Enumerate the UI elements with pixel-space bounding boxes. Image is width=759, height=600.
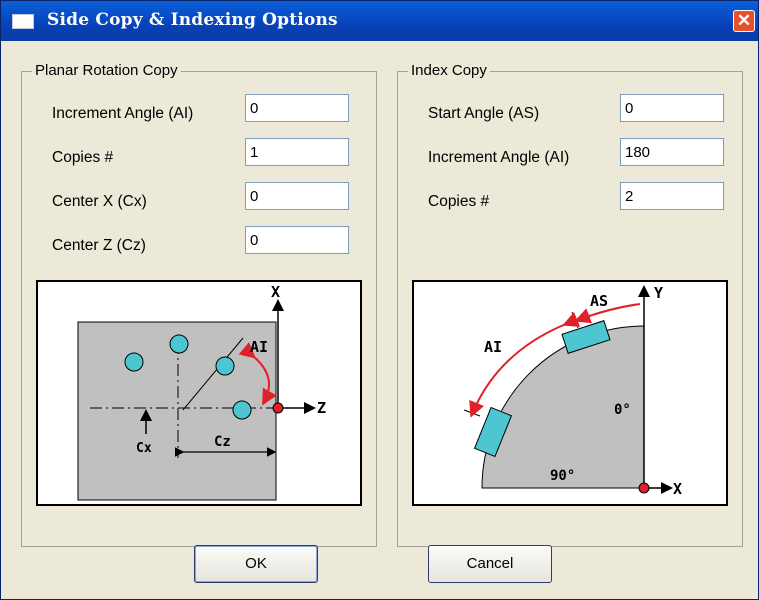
planar-center-z-label: Center Z (Cz): [52, 237, 146, 254]
index-copy-diagram: Y X AS AI 0° 90°: [412, 280, 728, 506]
planar-rotation-diagram: X Z AI Cx Cz: [36, 280, 362, 506]
cz-label: Cz: [214, 434, 231, 450]
planar-group-title: Planar Rotation Copy: [32, 62, 181, 79]
y-axis-label: Y: [654, 284, 663, 302]
planar-rotation-group: Planar Rotation Copy Increment Angle (AI…: [21, 62, 377, 547]
index-copies-label: Copies #: [428, 193, 490, 210]
hole-2: [169, 334, 189, 354]
hole-3: [215, 356, 235, 376]
window-icon: [12, 14, 34, 29]
cx-label: Cx: [136, 441, 152, 456]
index-origin-point: [638, 482, 650, 494]
index-copy-group: Index Copy Start Angle (AS) Increment An…: [397, 62, 743, 547]
hole-1: [124, 352, 144, 372]
hole-4: [232, 400, 252, 420]
close-button[interactable]: ✕: [733, 10, 755, 32]
index-increment-angle-label: Increment Angle (AI): [428, 149, 570, 166]
close-icon: ✕: [736, 11, 752, 30]
as-tick: [571, 311, 579, 329]
window-title: Side Copy & Indexing Options: [47, 10, 338, 30]
z-axis-label: Z: [317, 399, 326, 417]
index-ai-label: AI: [484, 338, 502, 356]
planar-ai-label: AI: [250, 338, 268, 356]
index-group-title: Index Copy: [408, 62, 490, 79]
planar-diagram-svg: X Z AI Cx Cz: [77, 283, 326, 501]
planar-center-x-input[interactable]: [245, 182, 349, 210]
x-axis-label: X: [271, 283, 280, 301]
planar-center-z-input[interactable]: [245, 226, 349, 254]
cancel-button[interactable]: Cancel: [428, 545, 552, 583]
as-arc-arrow: [574, 303, 641, 324]
index-increment-angle-input[interactable]: [620, 138, 724, 166]
ok-button[interactable]: OK: [194, 545, 318, 583]
planar-copies-input[interactable]: [245, 138, 349, 166]
index-start-angle-label: Start Angle (AS): [428, 105, 540, 122]
index-x-axis-label: X: [673, 480, 682, 498]
planar-center-x-label: Center X (Cx): [52, 193, 147, 210]
planar-increment-angle-input[interactable]: [245, 94, 349, 122]
index-diagram-svg: Y X AS AI 0° 90°: [463, 284, 682, 498]
index-copies-input[interactable]: [620, 182, 724, 210]
zero-degree-label: 0°: [614, 402, 631, 418]
planar-increment-angle-label: Increment Angle (AI): [52, 105, 194, 122]
origin-point: [272, 402, 284, 414]
index-start-angle-input[interactable]: [620, 94, 724, 122]
ninety-degree-label: 90°: [550, 468, 575, 484]
planar-copies-label: Copies #: [52, 149, 114, 166]
as-label: AS: [590, 292, 608, 310]
title-bar[interactable]: Side Copy & Indexing Options ✕: [1, 1, 758, 41]
dialog-window: Side Copy & Indexing Options ✕ Planar Ro…: [0, 0, 759, 600]
